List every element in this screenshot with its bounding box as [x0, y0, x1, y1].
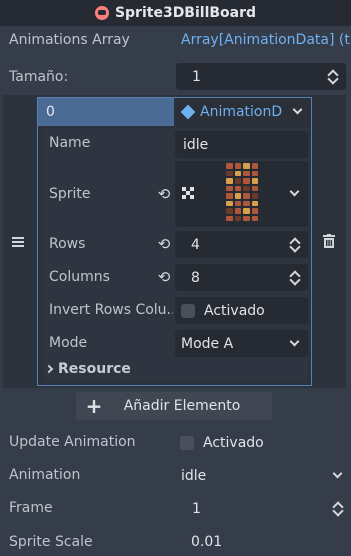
spin-arrows-icon[interactable]	[328, 69, 338, 85]
animation-label: Animation	[9, 467, 81, 483]
add-element-label: Añadir Elemento	[123, 398, 241, 414]
rows-value: 4	[191, 236, 200, 253]
update-animation-value: Activado	[203, 434, 264, 451]
rows-label: Rows	[49, 236, 86, 252]
columns-value: 8	[191, 269, 200, 286]
sprite-label: Sprite	[49, 186, 91, 202]
sprite3d-node-icon	[94, 6, 109, 20]
chevron-down-icon[interactable]	[292, 104, 303, 115]
mode-value: Mode A	[181, 335, 234, 352]
sprite-scale-label: Sprite Scale	[9, 534, 93, 550]
revert-icon[interactable]: ⟲	[156, 236, 172, 252]
spin-arrows-icon[interactable]	[333, 501, 343, 517]
resource-section-label: Resource	[58, 361, 131, 377]
update-animation-label: Update Animation	[9, 434, 136, 450]
plus-icon: +	[85, 394, 103, 418]
array-size-value: 1	[192, 68, 201, 85]
mode-dropdown[interactable]: Mode A	[175, 330, 308, 357]
invert-rows-columns-checkbox[interactable]: Activado	[175, 297, 308, 324]
element-index-header: 0	[38, 98, 174, 126]
rows-spinbox[interactable]: 4	[175, 231, 308, 258]
frame-spinbox[interactable]: 1	[176, 495, 351, 522]
invert-rows-columns-label: Invert Rows Colu...	[49, 302, 173, 318]
drag-handle-icon[interactable]	[12, 237, 24, 247]
invert-rows-columns-value: Activado	[204, 302, 265, 319]
chevron-down-icon[interactable]	[289, 186, 300, 197]
columns-spinbox[interactable]: 8	[175, 264, 308, 291]
add-element-button[interactable]: + Añadir Elemento	[76, 392, 272, 420]
element-type-picker[interactable]: AnimationD	[175, 98, 311, 126]
sprite-scale-field[interactable]: 0.01	[176, 528, 351, 555]
update-animation-checkbox[interactable]: Activado	[176, 429, 346, 456]
resource-section-toggle[interactable]: Resource	[44, 361, 131, 377]
revert-icon[interactable]: ⟲	[156, 269, 172, 285]
animations-array-label: Animations Array	[9, 32, 130, 48]
name-label: Name	[49, 135, 91, 151]
resource-icon	[180, 104, 196, 120]
frame-value: 1	[192, 500, 201, 517]
chevron-down-icon[interactable]	[332, 468, 343, 478]
revert-icon[interactable]: ⟲	[156, 186, 172, 202]
sprite-thumbnail	[226, 163, 258, 221]
mode-label: Mode	[49, 335, 88, 351]
spin-arrows-icon[interactable]	[290, 270, 300, 286]
columns-label: Columns	[49, 269, 110, 285]
trash-icon[interactable]	[322, 234, 336, 248]
chevron-right-icon	[44, 364, 54, 374]
chevron-down-icon[interactable]	[289, 336, 300, 346]
element-type-label: AnimationD	[200, 104, 283, 120]
checkbox-icon[interactable]	[180, 435, 194, 450]
spin-arrows-icon[interactable]	[290, 237, 300, 253]
sprite-scale-value: 0.01	[191, 533, 223, 550]
checkbox-icon[interactable]	[181, 303, 195, 318]
element-index: 0	[46, 104, 55, 120]
frame-label: Frame	[9, 500, 53, 516]
inspector-title-bar: Sprite3DBillBoard	[0, 0, 351, 26]
name-value: idle	[183, 136, 209, 153]
name-input[interactable]: idle	[175, 131, 308, 158]
array-size-field[interactable]: 1	[176, 63, 346, 90]
animation-value: idle	[181, 467, 207, 484]
animation-dropdown[interactable]: idle	[176, 462, 351, 489]
node-title: Sprite3DBillBoard	[114, 5, 257, 21]
texture-icon	[182, 187, 194, 199]
array-size-label: Tamaño:	[9, 69, 69, 85]
animations-array-value[interactable]: Array[AnimationData] (t	[181, 32, 351, 48]
